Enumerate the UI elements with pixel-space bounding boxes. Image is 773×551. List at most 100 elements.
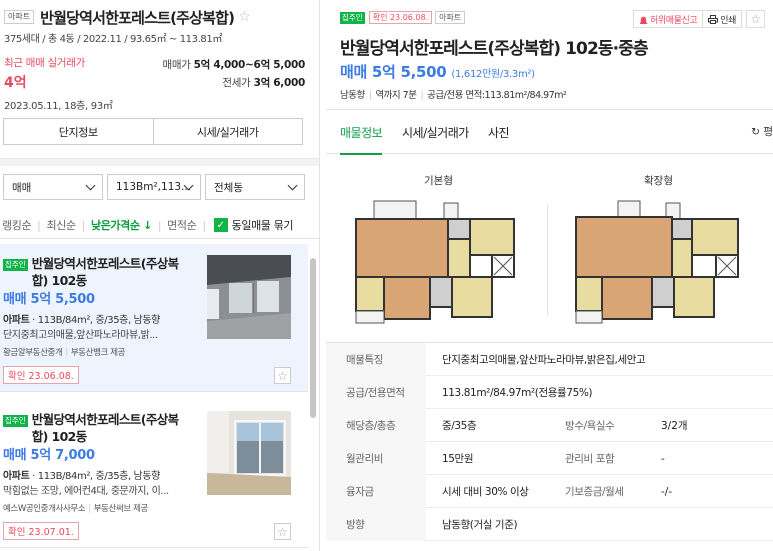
printer-icon — [708, 14, 719, 24]
provider-name: 부동산뱅크 제공 — [70, 348, 126, 358]
listing-photo[interactable] — [207, 411, 291, 495]
spec-value: 15만원 — [442, 453, 474, 465]
detail-tools: 허위매물신고 인쇄 ☆ — [632, 10, 765, 28]
section-divider — [0, 158, 319, 166]
area-info: 공급/전용 면적:113.81m²/84.97m² — [427, 90, 567, 101]
spec-value: 단지중최고의매물,앞산파노라마뷰,밝은집,세안고 — [442, 354, 646, 366]
jeonse-price-label: 전세가 — [222, 77, 251, 89]
listing-card[interactable]: 집주인 반월당역서한포레스트(주상복합) 102동 매매 5억 5,500 아파… — [0, 244, 308, 392]
spec-row: 방향 남동향(거실 기준) — [326, 508, 773, 541]
sort-ranking[interactable]: 랭킹순 — [2, 217, 32, 233]
spec-label: 융자금 — [326, 475, 426, 508]
floor-plans: 기본형 확장형 — [326, 165, 773, 335]
spec-label: 기보증금/월세 — [565, 486, 624, 498]
listing-price: 매매 5억 7,000 — [3, 448, 95, 463]
listing-spec-table: 매물특징 단지중최고의매물,앞산파노라마뷰,밝은집,세안고 공급/전용면적 11… — [326, 342, 773, 541]
sale-price-label: 매매가 — [162, 59, 191, 71]
provider-name: 부동산써브 제공 — [93, 504, 149, 514]
spec-label: 방향 — [326, 508, 426, 541]
tab-photos[interactable]: 사진 — [488, 110, 510, 154]
listing-title[interactable]: 반월당역서한포레스트(주상복합) 102동 — [32, 411, 190, 445]
spec-label: 방수/욕실수 — [565, 420, 615, 432]
report-fake-listing-button[interactable]: 허위매물신고 — [632, 10, 704, 28]
detail-tabs: 매물정보 시세/실거래가 사진 ↻ 평 — [326, 110, 773, 155]
print-button[interactable]: 인쇄 — [703, 10, 742, 28]
station-distance-info: 역까지 7분 — [375, 90, 417, 101]
complex-button-row: 단지정보 시세/실거래가 — [3, 118, 303, 145]
trade-type-value: 매매 — [12, 181, 32, 194]
spec-label: 월관리비 — [326, 442, 426, 475]
favorite-star-icon[interactable]: ☆ — [238, 9, 251, 25]
list-scrollbar[interactable] — [310, 258, 316, 418]
listing-spec: 아파트 · 113B/84m², 중/35층, 남동향 — [3, 315, 160, 326]
sort-lowest-price[interactable]: 낮은가격순 ↓ — [91, 217, 152, 233]
listing-favorite-star-icon[interactable]: ☆ — [274, 523, 291, 540]
listing-card[interactable]: 집주인 반월당역서한포레스트(주상복합) 102동 매매 5억 7,000 아파… — [0, 400, 308, 548]
direction-info: 남동향 — [340, 90, 365, 101]
sale-price-value: 5억 4,000~6억 5,000 — [193, 59, 306, 71]
spec-label: 공급/전용면적 — [326, 376, 426, 409]
basic-plan-label: 기본형 — [424, 175, 453, 187]
listing-favorite-star-icon[interactable]: ☆ — [274, 367, 291, 384]
spec-label: 매물특징 — [326, 343, 426, 376]
spec-row: 매물특징 단지중최고의매물,앞산파노라마뷰,밝은집,세안고 — [326, 343, 773, 376]
agent-name[interactable]: 황금알부동산중개 — [3, 348, 63, 358]
recent-trade-date: 2023.05.11, 18층, 93㎡ — [4, 101, 113, 112]
chevron-down-icon — [287, 180, 298, 191]
listing-spec: 아파트 · 113B/84m², 중/35층, 남동향 — [3, 471, 160, 482]
owner-badge: 집주인 — [3, 415, 28, 427]
owner-badge: 집주인 — [340, 11, 365, 24]
confirm-date-badge: 확인 23.06.08. — [3, 366, 79, 384]
basic-floor-plan[interactable] — [348, 191, 528, 329]
extended-plan-label: 확장형 — [644, 175, 673, 187]
listing-photo[interactable] — [207, 255, 291, 339]
tab-market-price[interactable]: 시세/실거래가 — [402, 110, 469, 154]
property-type-tag: 아파트 — [4, 10, 35, 24]
refresh-icon: ↻ — [751, 126, 760, 138]
chevron-down-icon — [85, 180, 96, 191]
spec-value: 113.81m²/84.97m²(전용률75%) — [442, 387, 593, 399]
trade-type-select[interactable]: 매매 — [3, 174, 103, 200]
spec-label: 해당층/총층 — [326, 409, 426, 442]
detail-favorite-star-icon[interactable]: ☆ — [746, 10, 765, 28]
area-value: 113Bm²,113... — [116, 181, 192, 193]
tab-listing-info[interactable]: 매물정보 — [340, 110, 383, 155]
extended-floor-plan[interactable] — [570, 191, 750, 329]
spec-row: 월관리비 15만원 관리비 포함 - — [326, 442, 773, 475]
group-checkbox-icon[interactable]: ✓ — [213, 218, 228, 232]
agent-name[interactable]: 예스W공인중개사사무소 — [3, 504, 86, 514]
complex-header: 아파트 반월당역서한포레스트(주상복합) ☆ 375세대 / 총 4동 / 20… — [0, 0, 319, 118]
sale-price-range: 매매가 5억 4,000~6억 5,000 — [162, 57, 305, 72]
building-value: 전체동 — [214, 181, 243, 194]
sort-latest[interactable]: 최신순 — [46, 217, 76, 233]
group-same-listings-label[interactable]: 동일매물 묶기 — [232, 217, 294, 233]
spec-value: 시세 대비 30% 이상 — [442, 486, 529, 498]
market-price-button[interactable]: 시세/실거래가 — [153, 118, 303, 145]
spec-value: -/- — [661, 485, 673, 498]
spec-label: 관리비 포함 — [565, 453, 615, 465]
price-per-pyeong: (1,612만원/3.3m²) — [451, 69, 535, 80]
complex-info-button[interactable]: 단지정보 — [3, 118, 154, 145]
complex-summary: 375세대 / 총 4동 / 2022.11 / 93.65㎡ ~ 113.81… — [4, 34, 222, 45]
spec-row: 공급/전용면적 113.81m²/84.97m²(전용률75%) — [326, 376, 773, 409]
spec-row: 융자금 시세 대비 30% 이상 기보증금/월세 -/- — [326, 475, 773, 508]
complex-panel: 아파트 반월당역서한포레스트(주상복합) ☆ 375세대 / 총 4동 / 20… — [0, 0, 320, 551]
jeonse-price-value: 3억 6,000 — [253, 77, 306, 89]
listing-detail-info: 남동향 | 역까지 7분 | 공급/전용 면적:113.81m²/84.97m² — [340, 90, 567, 101]
spec-value: 남동향(거실 기준) — [442, 519, 518, 531]
spec-value: - — [661, 452, 665, 465]
price-summary: 최근 매매 실거래가 4억 2023.05.11, 18층, 93㎡ 매매가 5… — [4, 55, 319, 115]
pyeong-toggle[interactable]: ↻ 평 — [751, 124, 773, 139]
listing-description: 막힘없는 조망, 에어컨4대, 중문까지, 이... — [3, 486, 169, 497]
confirm-date-tag: 확인 23.06.08. — [368, 11, 433, 24]
listing-title[interactable]: 반월당역서한포레스트(주상복합) 102동 — [32, 255, 190, 289]
area-select[interactable]: 113Bm²,113... — [107, 174, 201, 200]
recent-trade-value: 4억 — [4, 75, 27, 91]
sort-area[interactable]: 면적순 — [167, 217, 197, 233]
listing-detail-price: 매매 5억 5,500 (1,612만원/3.3m²) — [340, 63, 535, 81]
complex-title: 반월당역서한포레스트(주상복합) — [40, 8, 235, 27]
confirm-date-badge: 확인 23.07.01. — [3, 522, 79, 540]
spec-row: 해당층/총층 중/35층 방수/욕실수 3/2개 — [326, 409, 773, 442]
building-select[interactable]: 전체동 — [205, 174, 305, 200]
listing-price: 매매 5억 5,500 — [3, 292, 95, 307]
